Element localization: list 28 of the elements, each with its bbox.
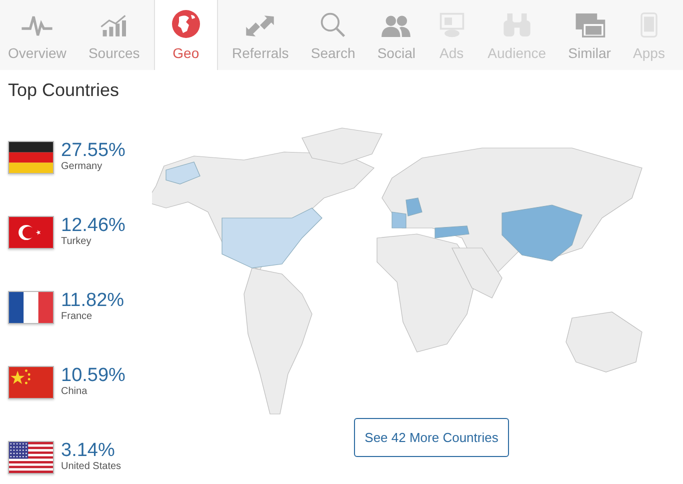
globe-icon bbox=[170, 9, 201, 39]
country-share: 3.14% bbox=[61, 440, 116, 460]
country-name: Germany bbox=[61, 160, 104, 172]
search-icon bbox=[319, 11, 348, 39]
french-flag-icon bbox=[8, 291, 54, 324]
nav-tab[interactable]: Similar bbox=[560, 0, 619, 70]
nav-tab[interactable]: Referrals bbox=[224, 0, 297, 70]
country-name: China bbox=[61, 386, 88, 398]
german-flag-icon bbox=[8, 141, 54, 174]
nav-tab[interactable]: Geo bbox=[154, 0, 218, 70]
country-name: France bbox=[61, 310, 94, 322]
country-share: 12.46% bbox=[61, 216, 126, 236]
see-more-button[interactable]: See 42 More Countries bbox=[354, 418, 510, 457]
nav-tab[interactable]: Search bbox=[302, 0, 364, 70]
country-share: 27.55% bbox=[61, 140, 126, 160]
country-name: United States bbox=[61, 460, 122, 472]
american-flag-icon bbox=[8, 441, 54, 474]
nav-tab[interactable]: Sources bbox=[80, 0, 148, 70]
turkish-flag-icon bbox=[8, 216, 54, 249]
section-title: Top Countries bbox=[8, 80, 120, 102]
people-icon bbox=[379, 13, 414, 39]
chinese-flag-icon bbox=[8, 366, 54, 399]
nav-tab[interactable]: Overview bbox=[0, 0, 74, 70]
windows-icon bbox=[574, 11, 606, 39]
country-name: Turkey bbox=[61, 236, 92, 248]
nav-tab[interactable]: Social bbox=[369, 0, 424, 70]
country-share: 10.59% bbox=[61, 366, 126, 386]
country-share: 11.82% bbox=[61, 290, 124, 310]
